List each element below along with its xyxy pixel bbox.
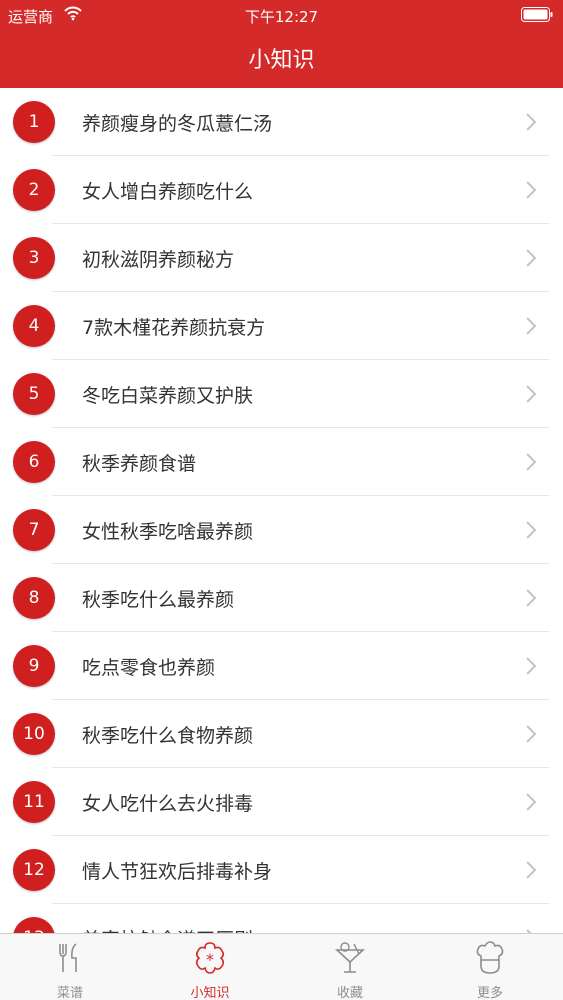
chevron-right-icon	[526, 657, 537, 675]
tab-label: 菜谱	[56, 986, 83, 1000]
item-title: 女人吃什么去火排毒	[82, 793, 254, 815]
list-item[interactable]: 13 美容抗皱食谱四原则	[0, 904, 563, 933]
item-title: 吃点零食也养颜	[82, 657, 216, 679]
list-item[interactable]: 2 女人增白养颜吃什么	[0, 156, 563, 224]
page-title: 小知识	[248, 48, 315, 73]
item-title: 初秋滋阴养颜秘方	[82, 249, 235, 271]
chevron-right-icon	[526, 453, 537, 471]
item-number-badge: 13	[13, 917, 55, 933]
list-item[interactable]: 5 冬吃白菜养颜又护肤	[0, 360, 563, 428]
item-title: 美容抗皱食谱四原则	[82, 925, 253, 933]
list-item[interactable]: 11 女人吃什么去火排毒	[0, 768, 563, 836]
item-title: 女性秋季吃啥最养颜	[82, 521, 254, 543]
item-number-badge: 12	[13, 849, 55, 891]
status-bar: 运营商 下午12:27	[0, 0, 563, 30]
list-item[interactable]: 1 养颜瘦身的冬瓜薏仁汤	[0, 88, 563, 156]
chevron-right-icon	[526, 861, 537, 879]
list-item[interactable]: 4 7款木槿花养颜抗衰方	[0, 292, 563, 360]
tab-label: 小知识	[190, 986, 230, 1000]
item-number-badge: 11	[13, 781, 55, 823]
chevron-right-icon	[526, 249, 537, 267]
tab-recipes[interactable]: 菜谱	[0, 934, 140, 1000]
tab-tips[interactable]: * 小知识	[140, 934, 280, 1000]
item-title: 情人节狂欢后排毒补身	[82, 861, 273, 883]
tab-more[interactable]: 更多	[420, 934, 560, 1000]
item-number-badge: 4	[13, 305, 55, 347]
item-number-badge: 8	[13, 577, 55, 619]
cocktail-icon	[334, 942, 366, 973]
item-number-badge: 1	[13, 101, 55, 143]
tab-label: 收藏	[336, 986, 363, 1000]
item-number-badge: 9	[13, 645, 55, 687]
list-item[interactable]: 6 秋季养颜食谱	[0, 428, 563, 496]
item-number-badge: 6	[13, 441, 55, 483]
chevron-right-icon	[526, 793, 537, 811]
flower-star-icon: *	[195, 942, 225, 974]
item-number-badge: 3	[13, 237, 55, 279]
chevron-right-icon	[526, 385, 537, 403]
chef-hat-icon	[476, 941, 504, 974]
list-item[interactable]: 9 吃点零食也养颜	[0, 632, 563, 700]
item-number-badge: 10	[13, 713, 55, 755]
chevron-right-icon	[526, 113, 537, 131]
fork-knife-icon	[59, 943, 77, 972]
header: 运营商 下午12:27 小知识	[0, 0, 563, 88]
svg-text:*: *	[206, 950, 214, 969]
chevron-right-icon	[526, 317, 537, 335]
item-title: 7款木槿花养颜抗衰方	[82, 317, 266, 339]
item-title: 秋季吃什么最养颜	[82, 589, 235, 611]
tab-bar: 菜谱 * 小知识 收藏 更多	[0, 933, 563, 1000]
item-title: 养颜瘦身的冬瓜薏仁汤	[82, 113, 273, 135]
list-item[interactable]: 12 情人节狂欢后排毒补身	[0, 836, 563, 904]
list-item[interactable]: 10 秋季吃什么食物养颜	[0, 700, 563, 768]
tab-label: 更多	[476, 986, 503, 1000]
list-item[interactable]: 7 女性秋季吃啥最养颜	[0, 496, 563, 564]
item-number-badge: 2	[13, 169, 55, 211]
chevron-right-icon	[526, 521, 537, 539]
status-time: 下午12:27	[244, 8, 319, 26]
list-item[interactable]: 8 秋季吃什么最养颜	[0, 564, 563, 632]
tab-favorites[interactable]: 收藏	[280, 934, 420, 1000]
item-number-badge: 7	[13, 509, 55, 551]
chevron-right-icon	[526, 589, 537, 607]
item-title: 秋季吃什么食物养颜	[82, 725, 254, 747]
item-title: 冬吃白菜养颜又护肤	[82, 385, 254, 407]
chevron-right-icon	[526, 725, 537, 743]
item-number-badge: 5	[13, 373, 55, 415]
item-title: 女人增白养颜吃什么	[82, 181, 254, 203]
chevron-right-icon	[526, 181, 537, 199]
battery-icon	[521, 7, 553, 22]
tips-list: 1 养颜瘦身的冬瓜薏仁汤 2 女人增白养颜吃什么 3 初秋滋阴养颜秘方 4 7款…	[0, 88, 563, 933]
list-item[interactable]: 3 初秋滋阴养颜秘方	[0, 224, 563, 292]
item-title: 秋季养颜食谱	[82, 453, 197, 475]
